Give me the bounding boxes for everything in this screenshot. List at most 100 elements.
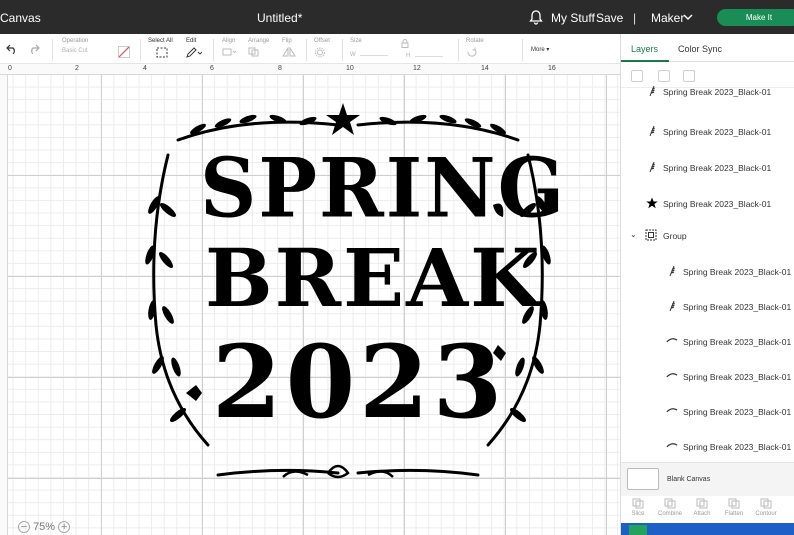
- zoom-in-button[interactable]: +: [58, 521, 71, 534]
- design-text-spring[interactable]: SPRING: [200, 148, 566, 230]
- redo-icon[interactable]: [28, 44, 40, 54]
- layer-name: Spring Break 2023_Black-01: [683, 267, 792, 277]
- rotate-control: Rotate: [466, 38, 484, 57]
- height-control: H: [406, 49, 444, 59]
- edit-toolbar: Operation Basic Cut Select All Edit Alig…: [0, 34, 620, 64]
- zoom-out-button[interactable]: −: [18, 521, 30, 534]
- contour-button[interactable]: Contour: [751, 498, 781, 517]
- status-indicator: [629, 525, 647, 535]
- layer-row[interactable]: Spring Break 2023_Black-01: [621, 402, 794, 422]
- toolbar-divider: [140, 39, 141, 61]
- align-icon: [222, 48, 236, 56]
- chevron-down-icon[interactable]: [683, 12, 693, 22]
- flatten-icon: [728, 498, 740, 509]
- ruler-tick-label: 12: [413, 65, 421, 72]
- group-row[interactable]: ⌄ Group: [621, 226, 794, 246]
- flip-icon: [282, 47, 296, 57]
- toolbar-divider: [458, 39, 459, 61]
- duplicate-icon[interactable]: [658, 70, 670, 82]
- tab-layers[interactable]: Layers: [631, 44, 658, 54]
- my-stuff-link[interactable]: My Stuff: [551, 11, 595, 25]
- layer-name: Spring Break 2023_Black-01: [683, 372, 792, 382]
- group-icon[interactable]: [631, 70, 643, 82]
- lock-icon[interactable]: [401, 39, 409, 48]
- leaf-icon: [666, 300, 678, 312]
- layer-row[interactable]: Spring Break 2023_Black-01: [621, 158, 794, 178]
- slice-icon: [632, 498, 644, 509]
- design-text-year[interactable]: 2023: [212, 332, 506, 432]
- operation-control[interactable]: Operation Basic Cut: [62, 38, 88, 58]
- layer-actions: Slice Combine Attach Flatten Contour: [621, 496, 794, 522]
- layer-name: Spring Break 2023_Black-01: [683, 337, 792, 347]
- layer-name: Spring Break 2023_Black-01: [663, 163, 772, 173]
- make-it-button[interactable]: Make It: [717, 9, 794, 26]
- slice-button[interactable]: Slice: [623, 498, 653, 517]
- arrange-icon: [248, 47, 259, 57]
- ruler-tick-label: 6: [210, 65, 214, 72]
- swirl-icon: [666, 370, 678, 382]
- layer-row[interactable]: Spring Break 2023_Black-01: [621, 437, 794, 457]
- layer-row[interactable]: Spring Break 2023_Black-01: [621, 122, 794, 142]
- linetype-swatch-icon[interactable]: [118, 46, 130, 58]
- size-control: Size W: [350, 38, 389, 58]
- layer-row[interactable]: Spring Break 2023_Black-01: [621, 262, 794, 282]
- swirl-icon: [666, 440, 678, 452]
- layer-row[interactable]: Spring Break 2023_Black-01: [621, 332, 794, 352]
- offset-icon: [315, 47, 325, 58]
- layer-row[interactable]: Spring Break 2023_Black-01: [621, 297, 794, 317]
- layer-row[interactable]: Spring Break 2023_Black-01: [621, 194, 794, 214]
- design-text-break[interactable]: BREAK: [205, 238, 542, 318]
- horizontal-ruler: 0 2 4 6 8 10 12 14 16: [0, 64, 620, 75]
- panel-tabs: Layers Color Sync: [621, 34, 794, 62]
- layer-name: Spring Break 2023_Black-01: [663, 127, 772, 137]
- layer-name: Spring Break 2023_Black-01: [683, 407, 792, 417]
- blank-canvas-row[interactable]: Blank Canvas: [621, 462, 794, 496]
- select-all-icon: [156, 47, 168, 58]
- bell-icon[interactable]: [528, 9, 544, 25]
- topbar-separator: |: [633, 11, 637, 25]
- layer-name: Spring Break 2023_Black-01: [683, 442, 792, 452]
- edit-button[interactable]: Edit: [186, 38, 202, 58]
- combine-button[interactable]: Combine: [655, 498, 685, 517]
- layer-row[interactable]: Spring Break 2023_Black-01: [621, 367, 794, 387]
- toolbar-divider: [52, 39, 53, 61]
- bottom-status-bar: [621, 523, 794, 535]
- height-input[interactable]: [415, 49, 444, 57]
- tab-color-sync[interactable]: Color Sync: [678, 44, 722, 54]
- machine-selector[interactable]: Maker: [651, 11, 684, 25]
- align-button[interactable]: Align: [222, 38, 236, 57]
- canvas-swatch[interactable]: [627, 468, 659, 490]
- width-label: W: [350, 52, 356, 58]
- select-all-button[interactable]: Select All: [148, 38, 173, 58]
- ruler-tick-label: 0: [8, 65, 12, 72]
- undo-icon[interactable]: [6, 44, 18, 54]
- save-button[interactable]: Save: [596, 11, 623, 25]
- width-input[interactable]: [360, 48, 389, 56]
- leaf-icon: [646, 161, 658, 173]
- group-icon: [645, 229, 657, 241]
- arrange-button[interactable]: Arrange: [248, 38, 269, 57]
- leaf-icon: [646, 85, 658, 97]
- layer-name: Spring Break 2023_Black-01: [683, 302, 792, 312]
- layer-name: Spring Break 2023_Black-01: [663, 87, 772, 97]
- trash-icon[interactable]: [683, 70, 695, 82]
- flip-button[interactable]: Flip: [282, 38, 296, 57]
- layers-panel: Layers Color Sync Spring Break 2023_Blac…: [620, 34, 794, 535]
- ruler-tick-label: 8: [278, 65, 282, 72]
- document-title[interactable]: Untitled*: [257, 11, 302, 25]
- toolbar-divider: [306, 39, 307, 61]
- attach-button[interactable]: Attach: [687, 498, 717, 517]
- ruler-tick-label: 10: [346, 65, 354, 72]
- star-icon: [646, 197, 658, 209]
- ruler-tick-label: 16: [548, 65, 556, 72]
- flatten-button[interactable]: Flatten: [719, 498, 749, 517]
- attach-icon: [696, 498, 708, 509]
- more-menu-button[interactable]: More ▾: [531, 46, 549, 53]
- swirl-icon: [666, 405, 678, 417]
- rotate-icon[interactable]: [466, 47, 478, 57]
- leaf-icon: [666, 265, 678, 277]
- offset-button[interactable]: Offset: [314, 38, 330, 58]
- layer-row[interactable]: Spring Break 2023_Black-01: [621, 82, 794, 102]
- operation-select[interactable]: Basic Cut: [62, 48, 88, 58]
- chevron-down-icon[interactable]: ⌄: [630, 230, 637, 239]
